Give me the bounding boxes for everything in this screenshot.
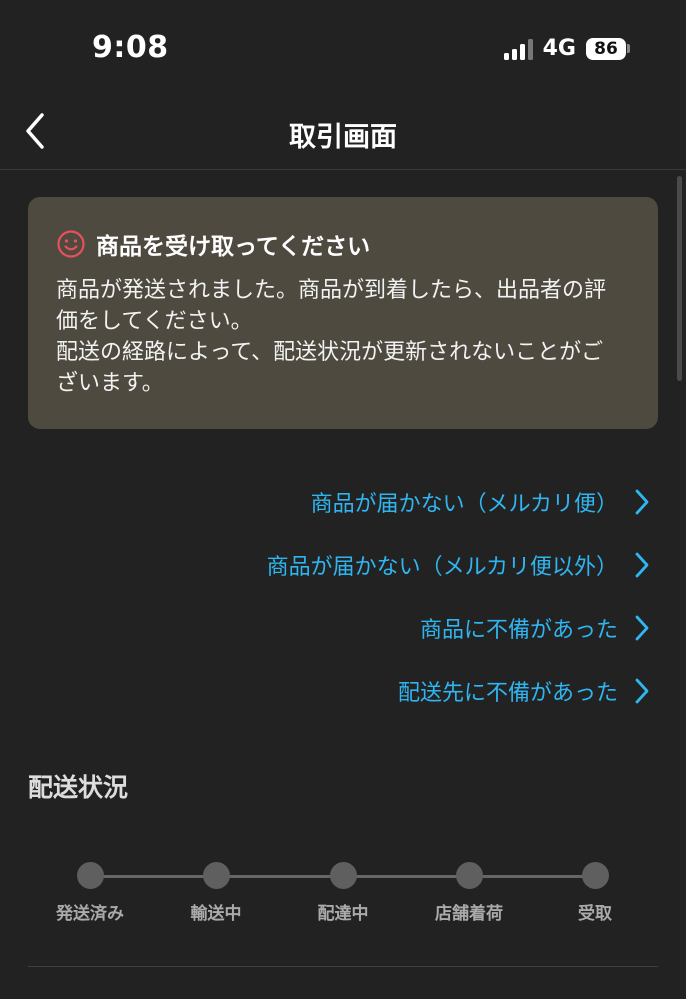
- help-links: 商品が届かない（メルカリ便） 商品が届かない（メルカリ便以外） 商品に不備があっ…: [267, 470, 650, 722]
- status-bar: 9:08 4G 86: [0, 0, 686, 95]
- step-dot: [202, 862, 230, 889]
- link-label: 商品が届かない（メルカリ便）: [310, 491, 618, 517]
- step-label: 発送済み: [56, 904, 124, 924]
- step-dot: [76, 862, 104, 889]
- notice-body: 商品が発送されました。商品が到着したら、出品者の評 価をしてください。 配送の経…: [56, 278, 607, 396]
- shipping-status-title: 配送状況: [28, 773, 129, 802]
- link-address-defect[interactable]: 配送先に不備があった: [398, 659, 650, 722]
- page-title: 取引画面: [289, 122, 397, 153]
- network-type: 4G: [542, 36, 576, 61]
- chevron-right-icon: [635, 489, 649, 514]
- progress-step: 受取: [532, 862, 658, 924]
- link-not-received-mercari[interactable]: 商品が届かない（メルカリ便）: [311, 470, 650, 533]
- notice-banner: 商品を受け取ってください 商品が発送されました。商品が到着したら、出品者の評 価…: [28, 197, 658, 429]
- notice-header: 商品を受け取ってください: [56, 227, 630, 261]
- status-indicators: 4G 86: [503, 36, 630, 61]
- step-dot: [329, 862, 357, 889]
- progress-step: 店舗着荷: [406, 862, 532, 924]
- status-time: 9:08: [92, 30, 169, 65]
- step-dot: [455, 862, 483, 889]
- smiley-icon: [57, 230, 85, 258]
- link-item-defect[interactable]: 商品に不備があった: [420, 596, 650, 659]
- progress-step: 配達中: [280, 862, 406, 924]
- link-label: 配送先に不備があった: [397, 680, 618, 706]
- step-dot: [581, 862, 609, 889]
- link-label: 商品が届かない（メルカリ便以外）: [266, 554, 618, 580]
- chevron-right-icon: [635, 552, 649, 577]
- shipping-progress: 発送済み 輸送中 配達中 店舗着荷 受取: [28, 858, 658, 928]
- battery-level: 86: [586, 37, 626, 60]
- step-label: 配達中: [317, 904, 369, 924]
- progress-step: 発送済み: [27, 862, 153, 924]
- chevron-right-icon: [635, 678, 649, 703]
- battery-icon: 86: [586, 37, 630, 60]
- link-label: 商品に不備があった: [419, 617, 618, 643]
- scrollbar[interactable]: [677, 176, 682, 381]
- nav-bar: 取引画面: [0, 95, 686, 170]
- notice-title: 商品を受け取ってください: [96, 234, 371, 260]
- link-not-received-other[interactable]: 商品が届かない（メルカリ便以外）: [267, 533, 650, 596]
- step-label: 受取: [578, 904, 612, 924]
- progress-step: 輸送中: [153, 862, 279, 924]
- signal-icon: [503, 38, 533, 60]
- chevron-right-icon: [635, 615, 649, 640]
- step-label: 店舗着荷: [435, 904, 503, 924]
- divider: [28, 966, 658, 967]
- step-label: 輸送中: [190, 904, 242, 924]
